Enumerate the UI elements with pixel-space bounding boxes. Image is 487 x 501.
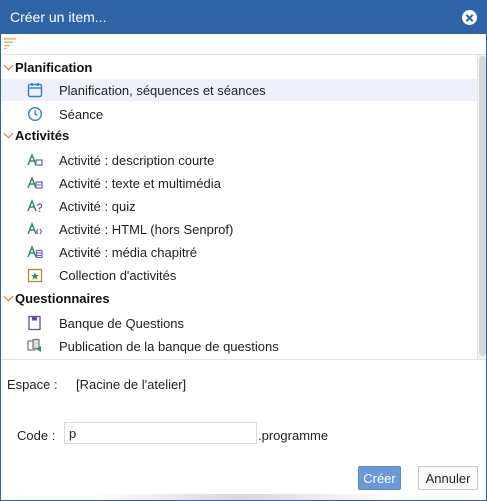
tree-item-seance[interactable]: Séance xyxy=(1,103,477,125)
cancel-button[interactable]: Annuler xyxy=(418,466,478,490)
tree-item-label: Banque de Questions xyxy=(59,316,185,331)
dialog-title: Créer un item... xyxy=(10,9,107,25)
tree-item-publication[interactable]: Publication de la banque de questions xyxy=(1,335,477,357)
tree-item-label: Publication de la banque de questions xyxy=(59,339,279,354)
background-blur xyxy=(91,494,391,500)
code-suffix: .programme xyxy=(258,428,329,443)
tree-item-label: Planification, séquences et séances xyxy=(59,83,266,98)
activity-multimedia-icon xyxy=(27,175,43,189)
activity-html-icon xyxy=(27,221,43,235)
chevron-down-icon xyxy=(3,60,14,71)
tree-item-activite-description[interactable]: Activité : description courte xyxy=(1,149,477,171)
tree-item-activite-multimedia[interactable]: Activité : texte et multimédia xyxy=(1,172,477,194)
dialog-titlebar: Créer un item... xyxy=(1,1,486,34)
close-icon[interactable] xyxy=(462,10,477,25)
question-bank-icon xyxy=(28,315,41,331)
activity-quiz-icon xyxy=(27,198,43,213)
tree-item-label: Activité : quiz xyxy=(59,199,136,214)
group-planification[interactable]: Planification xyxy=(1,57,471,79)
code-label: Code : xyxy=(17,428,56,443)
chevron-down-icon xyxy=(3,291,14,302)
tree-item-banque-questions[interactable]: Banque de Questions xyxy=(1,312,477,334)
collection-icon xyxy=(27,268,43,283)
tree-item-planification[interactable]: Planification, séquences et séances xyxy=(1,79,477,101)
tree-item-label: Séance xyxy=(59,107,104,122)
code-input[interactable] xyxy=(64,422,257,444)
group-label: Planification xyxy=(15,60,93,75)
tree-item-label: Activité : média chapitré xyxy=(59,245,198,260)
activity-short-icon xyxy=(27,152,43,166)
tree-item-label: Activité : HTML (hors Senprof) xyxy=(59,222,234,237)
create-button[interactable]: Créer xyxy=(358,466,401,490)
publication-icon xyxy=(27,338,41,352)
calendar-icon xyxy=(27,83,43,98)
scrollbar[interactable] xyxy=(477,55,486,359)
group-label: Questionnaires xyxy=(15,291,110,306)
tree-item-activite-media[interactable]: Activité : média chapitré xyxy=(1,241,477,263)
tree-item-label: Collection d'activités xyxy=(59,268,177,283)
tree-item-collection[interactable]: Collection d'activités xyxy=(1,264,477,286)
scrollbar-thumb[interactable] xyxy=(479,56,486,356)
tree-item-label: Activité : description courte xyxy=(59,153,215,168)
clock-icon xyxy=(27,106,43,122)
tree-item-activite-html[interactable]: Activité : HTML (hors Senprof) xyxy=(1,218,477,240)
item-tree: Planification Planification, séquences e… xyxy=(1,54,486,360)
tree-item-activite-quiz[interactable]: Activité : quiz xyxy=(1,195,477,217)
space-label: Espace : xyxy=(7,377,58,392)
group-activites[interactable]: Activités xyxy=(1,125,471,147)
activity-media-icon xyxy=(27,244,43,259)
chevron-down-icon xyxy=(3,128,14,139)
group-questionnaires[interactable]: Questionnaires xyxy=(1,288,471,310)
space-value: [Racine de l'atelier] xyxy=(76,377,187,392)
tree-item-label: Activité : texte et multimédia xyxy=(59,176,221,191)
sort-icon[interactable] xyxy=(4,37,16,49)
group-label: Activités xyxy=(15,128,70,143)
create-item-dialog: Créer un item... Planification Planifica… xyxy=(0,0,487,501)
